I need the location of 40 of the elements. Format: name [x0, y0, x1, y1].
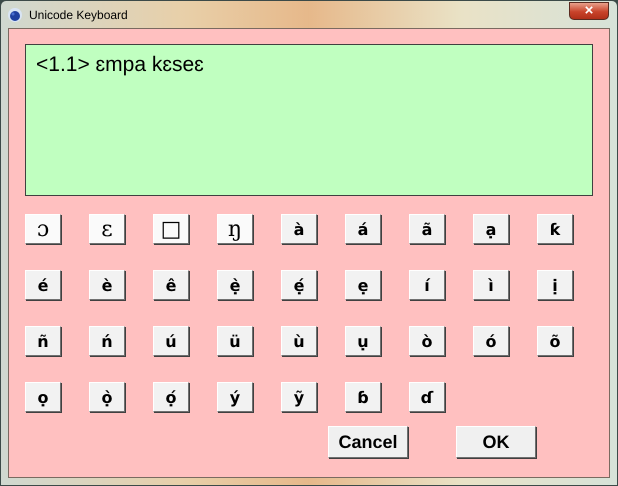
ok-button[interactable]: OK — [456, 426, 536, 458]
character-key[interactable]: ỹ — [281, 382, 317, 412]
character-key[interactable]: à — [281, 214, 317, 244]
character-key[interactable]: ẹ́ — [281, 270, 317, 300]
character-key[interactable]: á — [345, 214, 381, 244]
character-key[interactable]: ọ̀ — [89, 382, 125, 412]
character-key[interactable]: ọ́ — [153, 382, 189, 412]
cancel-button[interactable]: Cancel — [328, 426, 408, 458]
character-key[interactable]: ó — [473, 326, 509, 356]
character-key[interactable]: ý — [217, 382, 253, 412]
character-key[interactable]: ù — [281, 326, 317, 356]
character-key[interactable]: ị — [537, 270, 573, 300]
character-key[interactable]: ò — [409, 326, 445, 356]
character-key[interactable]: ɗ — [409, 382, 445, 412]
character-key[interactable]: ẹ — [345, 270, 381, 300]
character-key[interactable]: ẹ̀ — [217, 270, 253, 300]
character-key[interactable]: õ — [537, 326, 573, 356]
character-key[interactable]: ñ — [25, 326, 61, 356]
window-title: Unicode Keyboard — [29, 8, 129, 22]
character-key[interactable]: ɔ — [25, 214, 61, 244]
text-area[interactable]: <1.1> ɛmpa kɛseɛ — [25, 44, 593, 196]
character-key[interactable]: ú — [153, 326, 189, 356]
character-key[interactable]: ɛ — [89, 214, 125, 244]
character-key[interactable]: ọ — [25, 382, 61, 412]
character-key[interactable]: ạ — [473, 214, 509, 244]
character-key[interactable]: ŋ — [217, 214, 253, 244]
app-icon — [7, 6, 23, 22]
character-key[interactable]: ã — [409, 214, 445, 244]
character-key[interactable]: ụ — [345, 326, 381, 356]
character-key[interactable]: ê — [153, 270, 189, 300]
character-key[interactable]: ì — [473, 270, 509, 300]
character-key[interactable]: ɓ — [345, 382, 381, 412]
character-key[interactable]: í — [409, 270, 445, 300]
close-button[interactable]: × — [569, 2, 609, 20]
character-key[interactable]: é — [25, 270, 61, 300]
character-key[interactable]: ń — [89, 326, 125, 356]
character-key[interactable]: ƙ — [537, 214, 573, 244]
character-key[interactable]: è — [89, 270, 125, 300]
character-key[interactable]: □ — [153, 214, 189, 244]
character-key[interactable]: ü — [217, 326, 253, 356]
